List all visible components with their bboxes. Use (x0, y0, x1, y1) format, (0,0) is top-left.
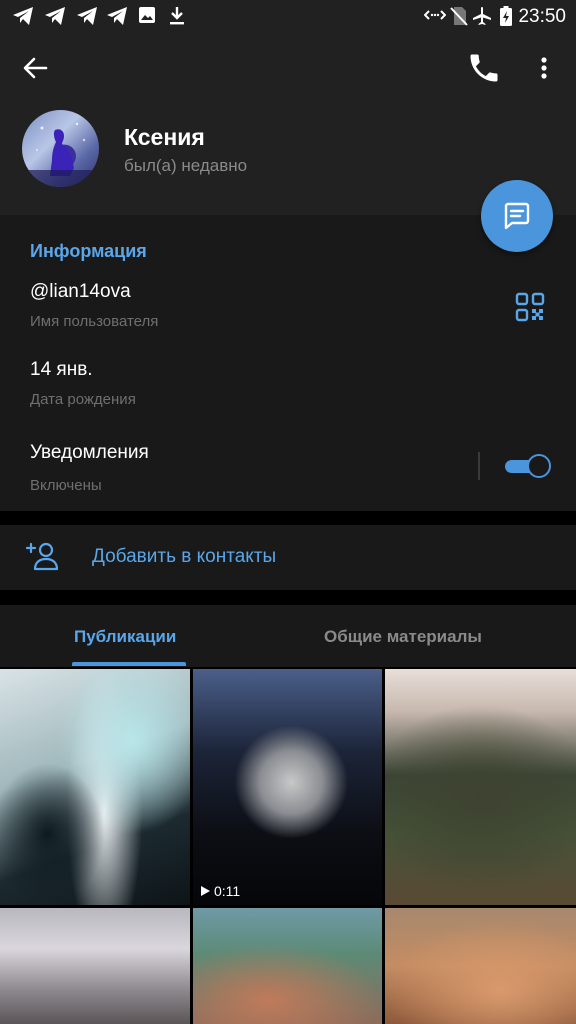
info-section-title: Информация (30, 241, 147, 261)
media-thumbnail-video[interactable]: 0:11 (193, 669, 382, 905)
divider (478, 452, 480, 480)
back-arrow-icon (23, 57, 48, 79)
notifications-toggle[interactable] (505, 454, 551, 478)
username-label: Имя пользователя (30, 313, 159, 330)
birthday-label: Дата рождения (30, 391, 136, 408)
tab-shared-media[interactable]: Общие материалы (324, 627, 482, 647)
status-time: 23:50 (518, 6, 566, 27)
add-contact-label: Добавить в контакты (92, 546, 277, 567)
download-icon (170, 7, 184, 25)
telegram-icon (45, 7, 65, 25)
phone-icon (470, 54, 498, 82)
add-user-icon (26, 542, 59, 571)
no-sim-icon (450, 7, 468, 26)
notifications-state: Включены (30, 477, 102, 494)
media-thumbnail[interactable] (385, 908, 576, 1024)
battery-charging-icon (500, 6, 512, 26)
data-icon (424, 10, 446, 20)
message-icon (504, 202, 530, 230)
media-tabs: Публикации Общие материалы (0, 605, 576, 667)
toggle-knob (527, 454, 551, 478)
more-options-button[interactable] (530, 50, 558, 86)
media-thumbnail[interactable] (193, 908, 382, 1024)
profile-header: Ксения был(а) недавно (0, 32, 576, 215)
airplane-icon (473, 7, 491, 25)
back-button[interactable] (18, 50, 54, 86)
birthday-value: 14 янв. (30, 359, 93, 380)
username-value: @lian14ova (30, 281, 131, 302)
avatar-image (22, 122, 99, 187)
image-icon (139, 7, 155, 23)
telegram-icon (77, 7, 97, 25)
active-tab-indicator (72, 662, 186, 666)
call-button[interactable] (466, 50, 502, 86)
media-thumbnail[interactable] (385, 669, 576, 905)
profile-status: был(а) недавно (124, 156, 248, 175)
telegram-icon (107, 7, 127, 25)
profile-name: Ксения (124, 124, 205, 150)
qr-code-button[interactable] (515, 292, 545, 322)
more-vertical-icon (541, 57, 547, 79)
play-icon (201, 886, 210, 896)
media-thumbnail[interactable] (0, 669, 190, 905)
tab-posts[interactable]: Публикации (74, 627, 176, 647)
qr-code-icon (515, 292, 545, 322)
send-message-button[interactable] (481, 180, 553, 252)
notifications-label: Уведомления (30, 442, 149, 463)
video-duration: 0:11 (201, 883, 240, 899)
avatar[interactable] (22, 110, 99, 187)
info-section: Информация @lian14ova Имя пользователя 1… (0, 215, 576, 511)
add-contact-row[interactable]: Добавить в контакты (0, 525, 576, 590)
status-bar: 23:50 (0, 0, 576, 32)
media-thumbnail[interactable] (0, 908, 190, 1024)
telegram-icon (13, 7, 33, 25)
